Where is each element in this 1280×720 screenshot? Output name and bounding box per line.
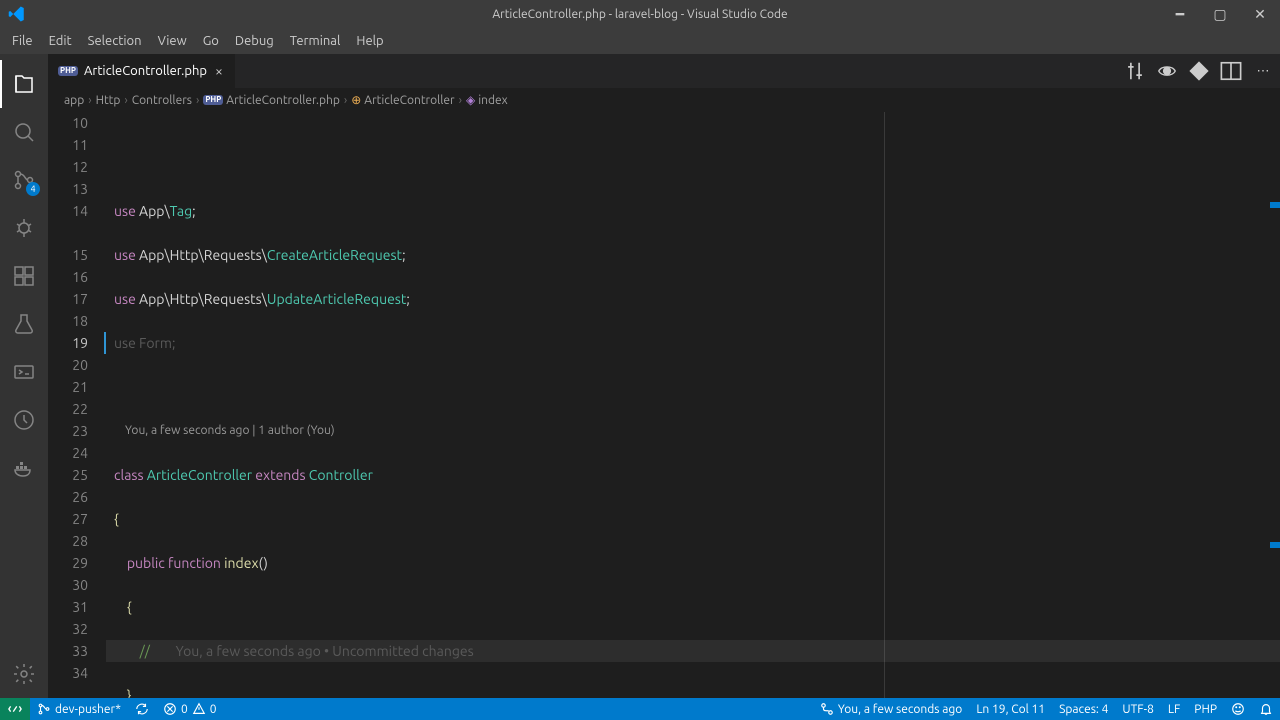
breadcrumb-item[interactable]: ◈index <box>466 93 508 107</box>
menu-view[interactable]: View <box>150 31 195 51</box>
test-icon[interactable] <box>0 300 48 348</box>
breadcrumb-item[interactable]: Http <box>96 94 121 107</box>
more-actions-icon[interactable]: ⋯ <box>1252 60 1274 82</box>
php-file-icon: PHP <box>58 66 78 76</box>
remote-icon[interactable] <box>0 348 48 396</box>
title-bar: ArticleController.php - laravel-blog - V… <box>0 0 1280 28</box>
breadcrumb-item[interactable]: Controllers <box>132 94 192 107</box>
menu-debug[interactable]: Debug <box>227 31 282 51</box>
tab-article-controller[interactable]: PHP ArticleController.php × <box>48 54 236 88</box>
breadcrumb-item[interactable]: app <box>64 94 84 107</box>
liveshare-icon[interactable] <box>0 396 48 444</box>
sync-button[interactable] <box>128 698 156 720</box>
activity-bar: 4 <box>0 54 48 698</box>
menu-bar: File Edit Selection View Go Debug Termin… <box>0 28 1280 54</box>
status-bar: dev-pusher* 0 0 You, a few seconds ago L… <box>0 698 1280 720</box>
search-icon[interactable] <box>0 108 48 156</box>
explorer-icon[interactable] <box>0 60 48 108</box>
docker-icon[interactable] <box>0 444 48 492</box>
code-content[interactable]: use App\Tag; use App\Http\Requests\Creat… <box>106 112 1280 698</box>
problems-indicator[interactable]: 0 0 <box>156 698 224 720</box>
menu-go[interactable]: Go <box>195 31 227 51</box>
menu-help[interactable]: Help <box>348 31 391 51</box>
minimize-button[interactable]: ━ <box>1160 0 1200 28</box>
breadcrumb-item[interactable]: ⊕ArticleController <box>351 93 454 107</box>
git-branch[interactable]: dev-pusher* <box>30 698 128 720</box>
gitlens-blame[interactable]: You, a few seconds ago <box>813 698 969 720</box>
debug-icon[interactable] <box>0 204 48 252</box>
editor-group: PHP ArticleController.php × ⋯ app› Http›… <box>48 54 1280 698</box>
encoding[interactable]: UTF-8 <box>1115 698 1160 720</box>
inline-blame: You, a few seconds ago • Uncommitted cha… <box>176 643 474 659</box>
php-file-icon: PHP <box>203 95 223 105</box>
maximize-button[interactable]: ▢ <box>1200 0 1240 28</box>
tab-bar: PHP ArticleController.php × ⋯ <box>48 54 1280 88</box>
split-editor-icon[interactable] <box>1220 60 1242 82</box>
window-title: ArticleController.php - laravel-blog - V… <box>0 8 1280 21</box>
menu-terminal[interactable]: Terminal <box>282 31 349 51</box>
code-editor[interactable]: 1011121314 15161718 19 20212223242526272… <box>48 112 1280 698</box>
notifications-icon[interactable] <box>1252 698 1280 720</box>
close-tab-icon[interactable]: × <box>213 63 225 79</box>
overview-ruler-mark <box>1270 542 1280 548</box>
class-symbol-icon: ⊕ <box>351 93 361 107</box>
breadcrumbs[interactable]: app› Http› Controllers› PHP ArticleContr… <box>48 88 1280 112</box>
remote-indicator[interactable] <box>0 698 30 720</box>
indentation[interactable]: Spaces: 4 <box>1052 698 1115 720</box>
source-control-icon[interactable]: 4 <box>0 156 48 204</box>
cursor-position[interactable]: Ln 19, Col 11 <box>969 698 1052 720</box>
settings-gear-icon[interactable] <box>0 650 48 698</box>
eol[interactable]: LF <box>1161 698 1187 720</box>
menu-edit[interactable]: Edit <box>41 31 80 51</box>
method-symbol-icon: ◈ <box>466 93 475 107</box>
menu-file[interactable]: File <box>4 31 41 51</box>
toggle-file-blame-icon[interactable] <box>1156 60 1178 82</box>
vscode-logo-icon <box>8 5 26 23</box>
extensions-icon[interactable] <box>0 252 48 300</box>
tab-label: ArticleController.php <box>84 64 207 78</box>
gitlens-icon[interactable] <box>1188 60 1210 82</box>
line-number-gutter[interactable]: 1011121314 15161718 19 20212223242526272… <box>48 112 106 698</box>
menu-selection[interactable]: Selection <box>80 31 150 51</box>
scm-badge: 4 <box>26 182 40 196</box>
code-lens[interactable]: You, a few seconds ago | 1 author (You) <box>106 420 1280 442</box>
close-button[interactable]: ✕ <box>1240 0 1280 28</box>
breadcrumb-item[interactable]: PHP ArticleController.php <box>203 94 340 107</box>
compare-changes-icon[interactable] <box>1124 60 1146 82</box>
language-mode[interactable]: PHP <box>1187 698 1224 720</box>
feedback-icon[interactable] <box>1224 698 1252 720</box>
